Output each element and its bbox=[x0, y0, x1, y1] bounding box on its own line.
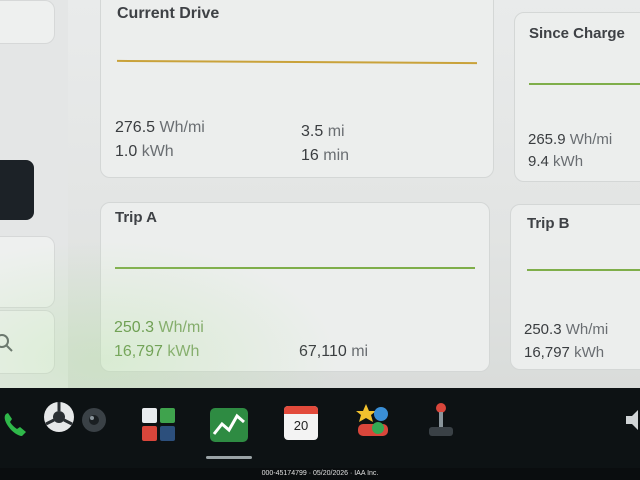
trip-a-energy: 16,797 kWh bbox=[114, 343, 199, 361]
trip-a-card[interactable]: Trip A 250.3 Wh/mi 16,797 kWh 67,110 mi bbox=[100, 202, 490, 372]
trip-a-title: Trip A bbox=[115, 209, 157, 226]
trip-b-title: Trip B bbox=[527, 215, 570, 232]
toybox-icon[interactable] bbox=[140, 406, 178, 444]
dashcam-icon[interactable] bbox=[80, 406, 108, 434]
trip-b-efficiency: 250.3 Wh/mi bbox=[524, 321, 608, 338]
trip-a-graph-line bbox=[115, 267, 475, 269]
rail-search-tile[interactable] bbox=[0, 310, 55, 374]
current-drive-distance-unit: mi bbox=[327, 123, 345, 140]
trip-b-graph-line bbox=[527, 269, 640, 271]
current-drive-distance-value: 3.5 bbox=[301, 123, 324, 140]
watermark-footer: 000-45174799 · 05/20/2026 · IAA Inc. bbox=[0, 468, 640, 480]
apps-icon[interactable] bbox=[354, 402, 390, 438]
camera-icon[interactable] bbox=[42, 400, 76, 434]
rail-tile-mid[interactable] bbox=[0, 236, 55, 308]
energy-screen: Current Drive 276.5 Wh/mi 1.0 kWh 3.5 mi… bbox=[0, 0, 640, 388]
trip-a-energy-value: 16,797 bbox=[114, 343, 163, 360]
joystick-icon[interactable] bbox=[426, 402, 456, 438]
trip-a-efficiency: 250.3 Wh/mi bbox=[114, 319, 204, 337]
home-indicator bbox=[206, 456, 252, 459]
trip-b-energy: 16,797 kWh bbox=[524, 344, 604, 361]
current-drive-energy: 1.0 kWh bbox=[115, 143, 174, 161]
phone-icon[interactable] bbox=[0, 410, 30, 440]
calendar-icon[interactable]: 20 bbox=[284, 406, 318, 440]
calendar-header bbox=[284, 406, 318, 414]
current-drive-energy-value: 1.0 bbox=[115, 143, 138, 160]
since-charge-energy: 9.4 kWh bbox=[528, 153, 583, 170]
current-drive-efficiency-unit: Wh/mi bbox=[159, 119, 205, 136]
trip-b-card[interactable]: Trip B 250.3 Wh/mi 16,797 kWh bbox=[510, 204, 640, 370]
since-charge-energy-value: 9.4 bbox=[528, 153, 549, 170]
since-charge-efficiency-value: 265.9 bbox=[528, 131, 566, 148]
trip-a-efficiency-unit: Wh/mi bbox=[158, 319, 204, 336]
since-charge-efficiency-unit: Wh/mi bbox=[569, 131, 613, 148]
volume-icon[interactable] bbox=[624, 408, 640, 432]
taskbar: 20 bbox=[0, 388, 640, 470]
current-drive-duration: 16 min bbox=[301, 147, 349, 165]
since-charge-graph-line bbox=[529, 83, 640, 85]
trip-b-efficiency-value: 250.3 bbox=[524, 321, 562, 338]
search-icon bbox=[0, 334, 13, 352]
since-charge-energy-unit: kWh bbox=[553, 153, 584, 170]
trip-a-distance-value: 67,110 bbox=[299, 343, 347, 360]
rail-tile-top[interactable] bbox=[0, 0, 55, 44]
current-drive-energy-unit: kWh bbox=[141, 143, 174, 160]
energy-icon[interactable] bbox=[210, 408, 248, 442]
current-drive-card[interactable]: Current Drive 276.5 Wh/mi 1.0 kWh 3.5 mi… bbox=[100, 0, 494, 178]
current-drive-distance: 3.5 mi bbox=[301, 123, 345, 141]
current-drive-duration-unit: min bbox=[323, 147, 350, 164]
rail-thumbnail[interactable] bbox=[0, 160, 34, 220]
trip-b-energy-value: 16,797 bbox=[524, 344, 570, 361]
trip-b-efficiency-unit: Wh/mi bbox=[565, 321, 609, 338]
trip-a-efficiency-value: 250.3 bbox=[114, 319, 155, 336]
left-rail bbox=[0, 0, 68, 388]
trip-b-energy-unit: kWh bbox=[574, 344, 605, 361]
trip-a-distance: 67,110 mi bbox=[299, 343, 368, 361]
since-charge-title: Since Charge bbox=[529, 25, 625, 42]
current-drive-efficiency: 276.5 Wh/mi bbox=[115, 119, 205, 137]
current-drive-duration-value: 16 bbox=[301, 147, 319, 164]
current-drive-title: Current Drive bbox=[117, 5, 220, 22]
since-charge-card[interactable]: Since Charge 265.9 Wh/mi 9.4 kWh bbox=[514, 12, 640, 182]
trip-a-distance-unit: mi bbox=[351, 343, 369, 360]
current-drive-graph-line bbox=[116, 59, 478, 65]
trip-a-energy-unit: kWh bbox=[167, 343, 200, 360]
since-charge-efficiency: 265.9 Wh/mi bbox=[528, 131, 612, 148]
current-drive-efficiency-value: 276.5 bbox=[115, 119, 156, 136]
calendar-day: 20 bbox=[293, 418, 309, 433]
